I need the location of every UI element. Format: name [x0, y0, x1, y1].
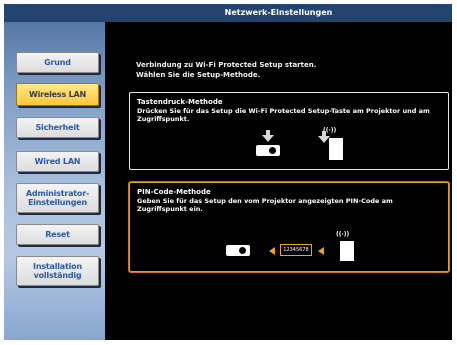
pin-code-display: 12345678 [280, 244, 312, 256]
arrow-down-icon [262, 135, 274, 142]
title-bar: Netzwerk-Einstellungen [105, 4, 452, 22]
sidebar-header [4, 4, 105, 22]
wireless-signal-icon: ((·)) [336, 231, 350, 238]
sidebar-item-label: Administrator- Einstellungen [25, 189, 90, 207]
sidebar-item-label: Wireless LAN [29, 90, 86, 99]
sidebar-item-sicherheit[interactable]: Sicherheit [16, 117, 99, 138]
projector-menu-screen: Grund Wireless LAN Sicherheit Wired LAN … [4, 4, 452, 340]
sidebar-item-label: Reset [45, 230, 70, 239]
projector-icon [226, 245, 250, 256]
projector-icon [256, 145, 280, 156]
intro-text: Verbindung zu Wi-Fi Protected Setup star… [136, 60, 316, 80]
intro-line-1: Verbindung zu Wi-Fi Protected Setup star… [136, 61, 317, 69]
pin-code-description: Geben Sie für das Setup den vom Projekto… [137, 197, 393, 213]
sidebar-item-installation[interactable]: Installation vollständig [16, 256, 99, 286]
sidebar: Grund Wireless LAN Sicherheit Wired LAN … [4, 4, 105, 340]
sidebar-item-reset[interactable]: Reset [16, 224, 99, 245]
pin-code-method-option[interactable]: PIN-Code-Methode Geben Sie für das Setup… [129, 182, 449, 272]
access-point-icon [340, 241, 354, 261]
access-point-icon [329, 138, 343, 160]
sidebar-item-grund[interactable]: Grund [16, 52, 99, 73]
push-button-title: Tastendruck-Methode [137, 98, 223, 106]
pin-code-title: PIN-Code-Methode [137, 188, 211, 196]
arrow-left-icon [318, 247, 324, 255]
intro-line-2: Wählen Sie die Setup-Methode. [136, 71, 261, 79]
sidebar-item-label: Wired LAN [34, 157, 81, 166]
arrow-left-icon [269, 247, 275, 255]
push-button-method-option[interactable]: Tastendruck-Methode Drücken Sie für das … [129, 92, 449, 170]
sidebar-item-label: Installation vollständig [33, 262, 82, 280]
push-button-description: Drücken Sie für das Setup die Wi-Fi Prot… [137, 107, 430, 123]
sidebar-item-label: Grund [44, 58, 71, 67]
sidebar-item-wired-lan[interactable]: Wired LAN [16, 151, 99, 172]
sidebar-item-label: Sicherheit [35, 123, 80, 132]
sidebar-item-administrator[interactable]: Administrator- Einstellungen [16, 183, 99, 213]
page-title: Netzwerk-Einstellungen [224, 8, 333, 17]
sidebar-item-wireless-lan[interactable]: Wireless LAN [16, 83, 99, 106]
